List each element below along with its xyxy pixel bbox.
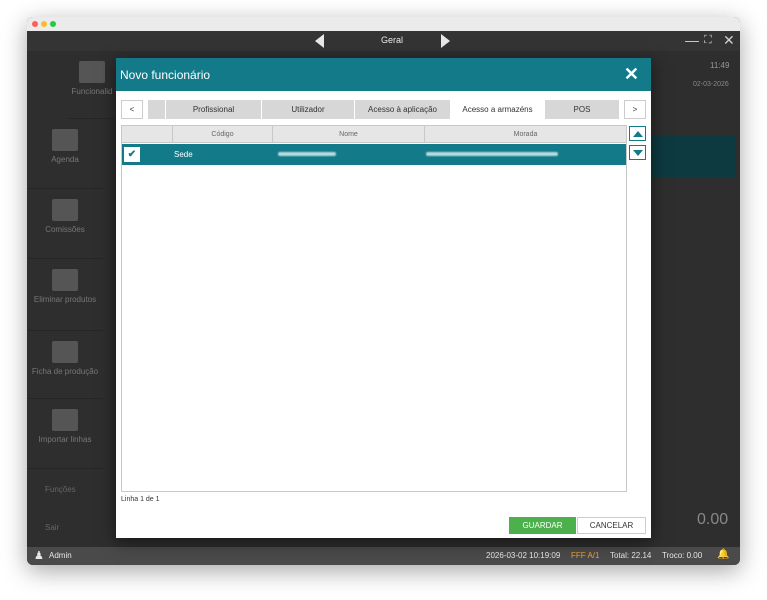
clock-date: 02-03-2026 <box>693 81 729 88</box>
close-window-dot[interactable] <box>32 21 38 27</box>
calendar-icon <box>52 129 78 151</box>
display-panel <box>652 135 736 177</box>
functions-link[interactable]: Funções <box>45 485 76 494</box>
sidebar-item-production-sheet[interactable]: Ficha de produção <box>27 331 103 399</box>
sidebar-item-agenda[interactable]: Agenda <box>27 119 103 189</box>
top-navigation-bar: Geral — ⛶ ✕ <box>27 31 740 51</box>
save-button[interactable]: GUARDAR <box>509 517 576 534</box>
sidebar-item-label: Importar linhas <box>38 435 92 444</box>
tab-app-access[interactable]: Acesso à aplicação <box>355 100 451 119</box>
delete-chart-icon <box>52 269 78 291</box>
exit-link[interactable]: Sair <box>45 523 59 532</box>
title-bar <box>27 17 740 31</box>
sidebar-item-commissions[interactable]: Comissões <box>27 189 103 259</box>
minimize-icon[interactable]: — <box>685 32 699 48</box>
status-datetime: 2026-03-02 10:19:09 <box>486 551 561 560</box>
gears-icon <box>52 199 78 221</box>
tab-pos[interactable]: POS <box>545 100 620 119</box>
tab-user[interactable]: Utilizador <box>262 100 355 119</box>
column-header-address[interactable]: Morada <box>425 126 626 143</box>
new-employee-dialog: Novo funcionário ✕ < Profissional Utiliz… <box>116 58 651 538</box>
document-badge: FFF A/1 <box>571 551 600 560</box>
line-count: Linha 1 de 1 <box>121 496 160 503</box>
row-name-redacted <box>278 152 336 156</box>
arrow-down-icon <box>633 150 643 156</box>
scroll-up-button[interactable] <box>629 126 646 141</box>
cancel-button[interactable]: CANCELAR <box>577 517 646 534</box>
tabs-prev-button[interactable]: < <box>121 100 143 119</box>
close-icon[interactable]: ✕ <box>723 32 735 49</box>
current-user: Admin <box>49 551 72 560</box>
sidebar-item-label: Funcionalid <box>71 87 113 96</box>
total-display: 0.00 <box>697 511 729 528</box>
bell-icon[interactable]: 🔔 <box>717 549 729 560</box>
row-checkbox[interactable]: ✔ <box>124 147 140 162</box>
sidebar-item-functionalities[interactable]: Funcionalid <box>67 51 117 119</box>
tab-warehouse-access[interactable]: Acesso a armazéns <box>451 100 545 119</box>
clock-time: 11:49 <box>710 61 730 70</box>
sidebar-item-label: Agenda <box>51 155 79 164</box>
warehouse-grid: Código Nome Morada ✔ Sede <box>121 125 627 492</box>
previous-arrow-icon[interactable] <box>315 34 324 48</box>
row-address-redacted <box>426 152 558 156</box>
zoom-window-dot[interactable] <box>50 21 56 27</box>
import-icon <box>52 409 78 431</box>
dialog-title: Novo funcionário <box>120 68 211 82</box>
grid-header: Código Nome Morada <box>122 126 626 143</box>
column-header-name[interactable]: Nome <box>273 126 425 143</box>
sidebar-item-label: Comissões <box>45 225 85 234</box>
column-header-select[interactable] <box>122 126 173 143</box>
next-arrow-icon[interactable] <box>441 34 450 48</box>
sidebar-item-label: Eliminar produtos <box>33 295 97 304</box>
status-change: Troco: 0.00 <box>662 551 703 560</box>
tab-blank[interactable] <box>148 100 166 119</box>
fullscreen-icon[interactable]: ⛶ <box>704 34 712 47</box>
arrow-up-icon <box>633 131 643 137</box>
tabs-next-button[interactable]: > <box>624 100 646 119</box>
column-header-code[interactable]: Código <box>173 126 273 143</box>
sidebar-item-delete-products[interactable]: Eliminar produtos <box>27 259 103 331</box>
status-total: Total: 22.14 <box>610 551 652 560</box>
sidebar-item-label: Ficha de produção <box>31 367 99 376</box>
transfer-icon <box>52 341 78 363</box>
scroll-down-button[interactable] <box>629 145 646 160</box>
sidebar-item-import-lines[interactable]: Importar linhas <box>27 399 103 469</box>
tab-professional[interactable]: Profissional <box>166 100 262 119</box>
status-bar: ♟ Admin 2026-03-02 10:19:09 FFF A/1 Tota… <box>27 547 740 565</box>
gears-icon <box>79 61 105 83</box>
close-icon[interactable]: ✕ <box>624 64 639 85</box>
user-icon: ♟ <box>34 550 44 562</box>
table-row[interactable]: ✔ Sede <box>122 144 626 165</box>
tab-bar: < Profissional Utilizador Acesso à aplic… <box>121 100 646 119</box>
row-code: Sede <box>174 150 193 159</box>
minimize-window-dot[interactable] <box>41 21 47 27</box>
section-title: Geral <box>380 35 403 45</box>
dialog-header: Novo funcionário ✕ <box>116 58 651 91</box>
